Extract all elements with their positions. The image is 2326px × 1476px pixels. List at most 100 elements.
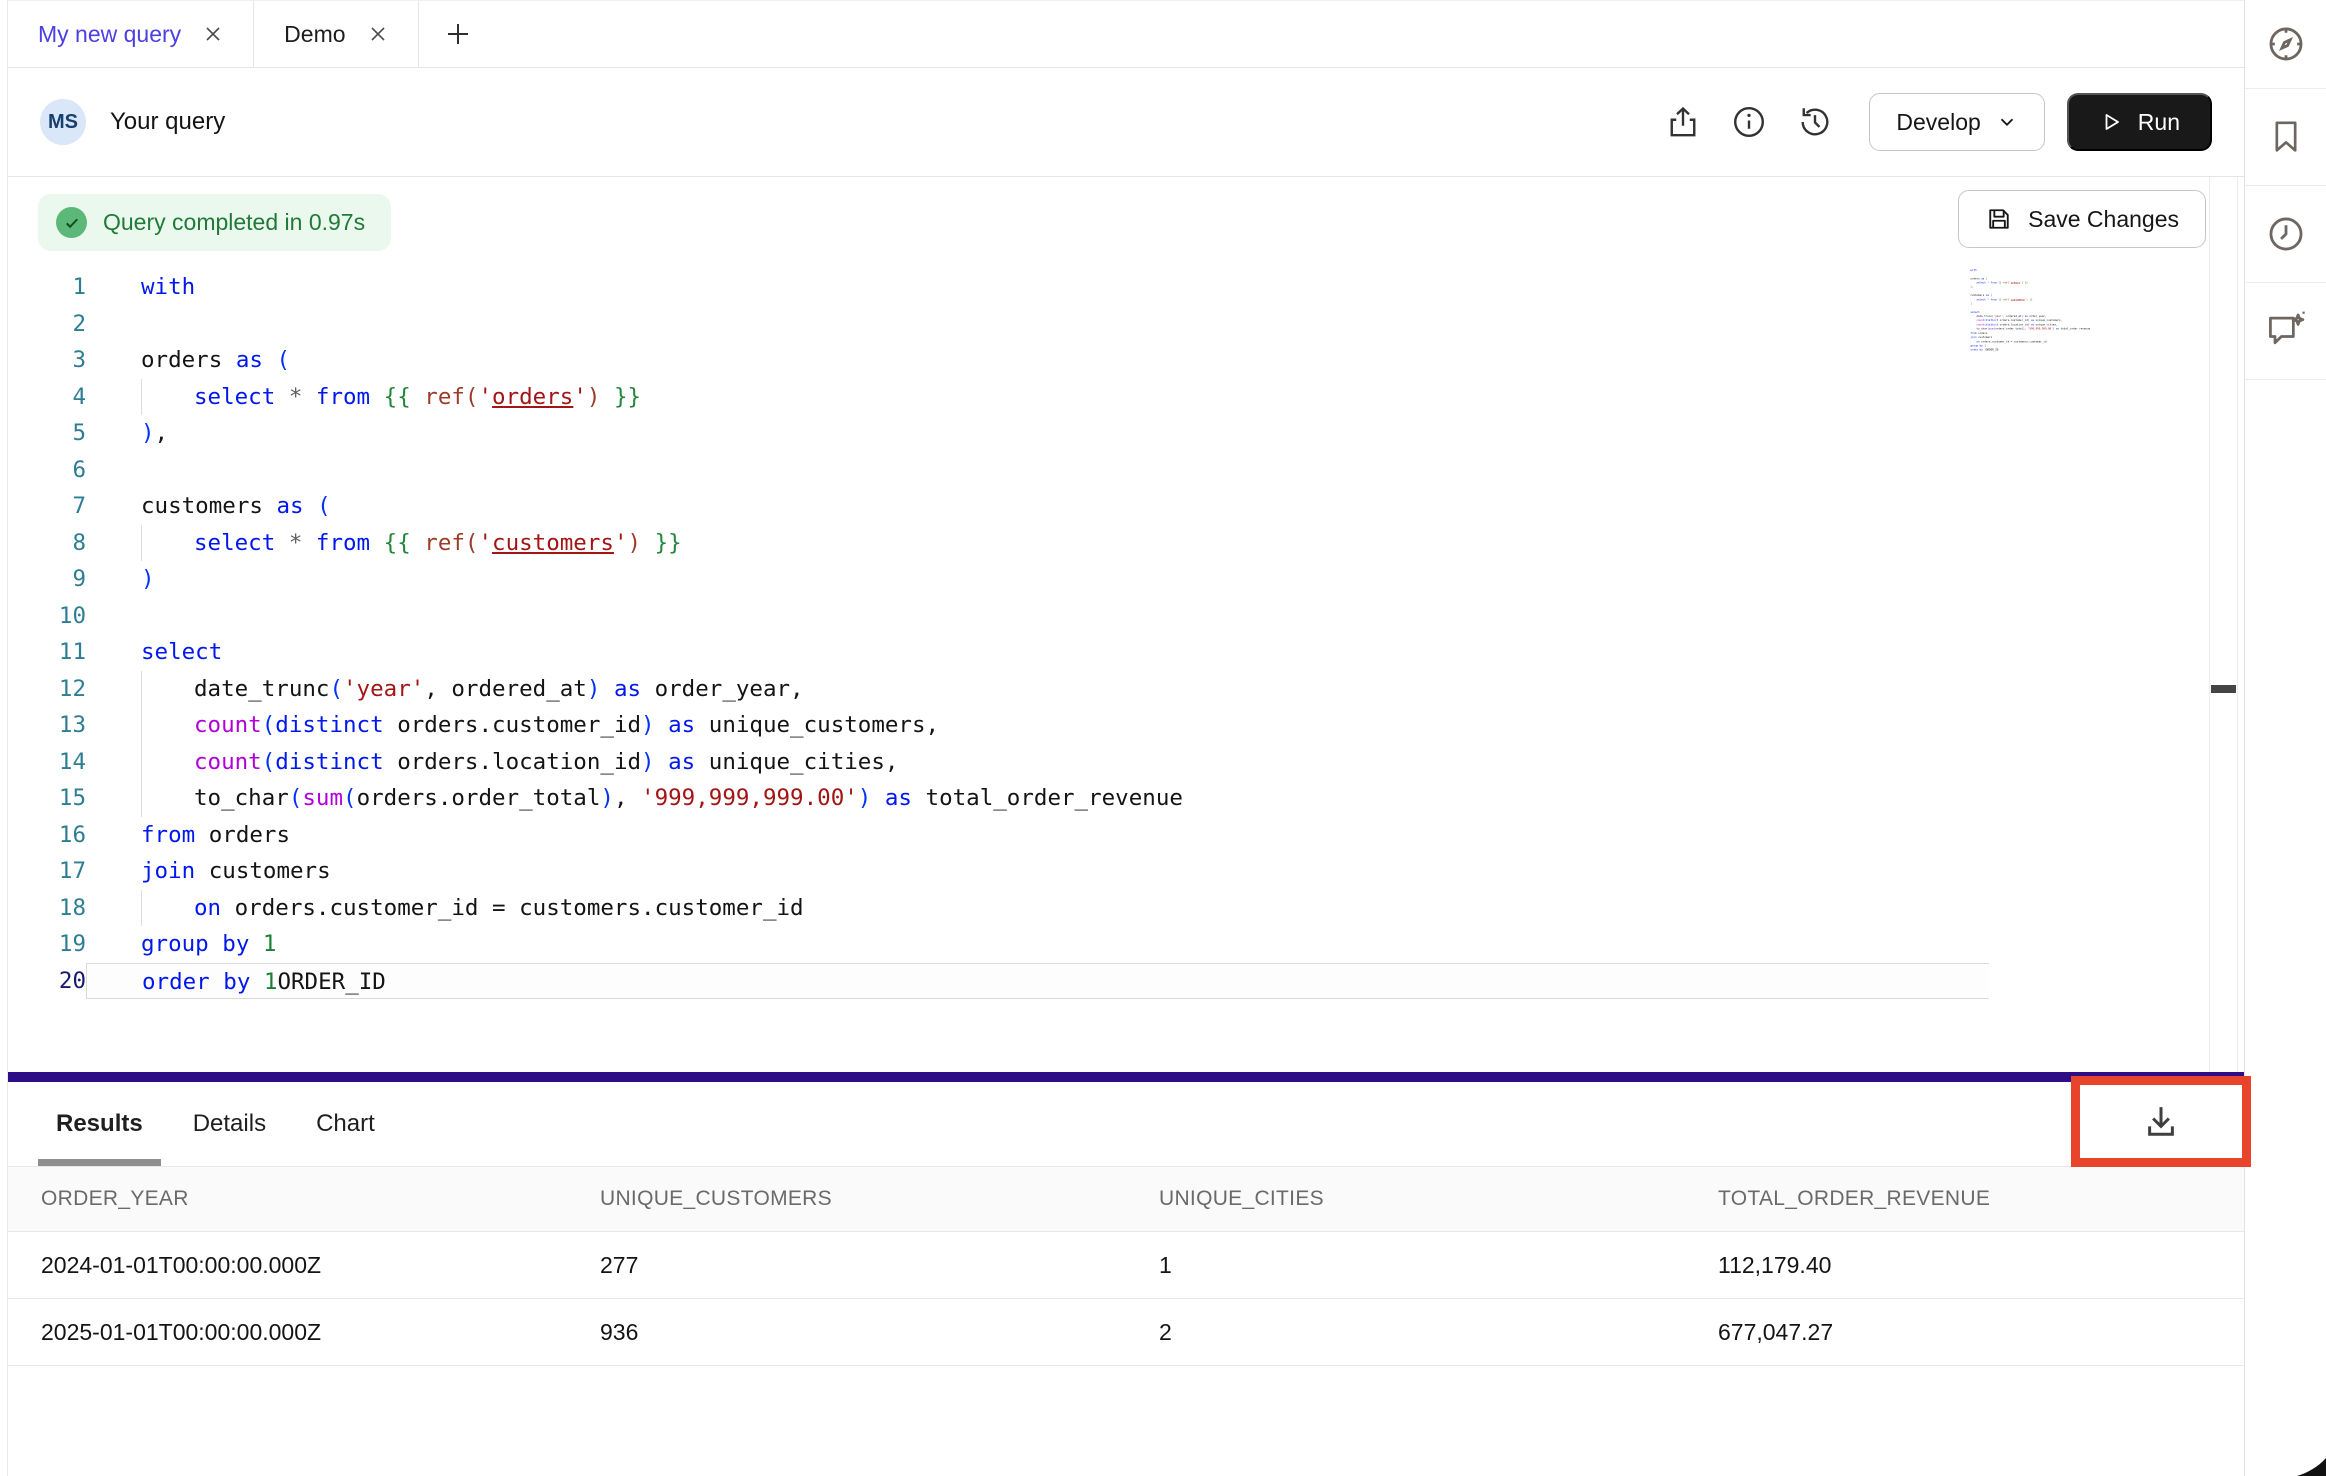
mouse-cursor [2296, 1458, 2326, 1476]
table-row: 2025-01-01T00:00:00.000Z9362677,047.27 [8, 1299, 2244, 1366]
minimap[interactable]: 1with23orders as (4select * from {{ ref(… [1964, 268, 2134, 378]
code-line-16[interactable]: 16from orders [8, 817, 1989, 854]
line-number: 1 [8, 269, 86, 306]
tab-demo[interactable]: Demo [254, 1, 418, 67]
tab-label: My new query [38, 21, 181, 48]
table-cell: 2 [1126, 1319, 1685, 1346]
results-tabbar: Results Details Chart [8, 1082, 2244, 1166]
share-icon[interactable] [1663, 102, 1703, 142]
page-title: Your query [110, 108, 225, 136]
line-number: 7 [8, 488, 86, 525]
code-line-2[interactable]: 2 [8, 306, 1989, 343]
line-number: 17 [8, 853, 86, 890]
app-window: My new query Demo MS Your query [0, 0, 2326, 1476]
new-tab-button[interactable] [419, 1, 497, 67]
line-number: 13 [8, 707, 86, 744]
check-circle-icon [56, 207, 87, 238]
table-body: 2024-01-01T00:00:00.000Z2771112,179.4020… [8, 1232, 2244, 1366]
bookmark-icon [2266, 117, 2306, 157]
code-line-11[interactable]: 11select [8, 634, 1989, 671]
download-icon [2140, 1101, 2182, 1143]
line-number: 12 [8, 671, 86, 708]
line-number: 19 [8, 926, 86, 963]
develop-button[interactable]: Develop [1869, 93, 2044, 151]
code-line-15[interactable]: 15to_char(sum(orders.order_total), '999,… [8, 780, 1989, 817]
code-line-20[interactable]: 20order by 1ORDER_ID [1964, 348, 2134, 352]
code-line-1[interactable]: 1with [8, 269, 1989, 306]
run-button[interactable]: Run [2067, 93, 2212, 151]
line-number: 6 [8, 452, 86, 489]
code-line-8[interactable]: 8select * from {{ ref('customers') }} [8, 525, 1989, 562]
tab-chart[interactable]: Chart [316, 1082, 375, 1166]
right-sidebar [2244, 0, 2326, 1476]
save-changes-button[interactable]: Save Changes [1958, 190, 2206, 248]
save-changes-label: Save Changes [2028, 206, 2179, 233]
code-line-17[interactable]: 17join customers [8, 853, 1989, 890]
play-icon [2099, 110, 2123, 134]
line-number: 5 [8, 415, 86, 452]
query-header: MS Your query Develop R [8, 68, 2244, 177]
window-left-edge [0, 0, 8, 1476]
status-text: Query completed in 0.97s [103, 209, 365, 236]
code-line-14[interactable]: 14count(distinct orders.location_id) as … [8, 744, 1989, 781]
info-icon[interactable] [1729, 102, 1769, 142]
history-clock-icon [2265, 213, 2307, 255]
table-cell: 2024-01-01T00:00:00.000Z [8, 1252, 567, 1279]
code-line-5[interactable]: 5), [8, 415, 1989, 452]
run-button-label: Run [2138, 109, 2180, 136]
line-number: 10 [8, 598, 86, 635]
code-line-18[interactable]: 18on orders.customer_id = customers.cust… [8, 890, 1989, 927]
close-icon[interactable] [368, 24, 388, 44]
table-cell: 2025-01-01T00:00:00.000Z [8, 1319, 567, 1346]
table-cell: 112,179.40 [1685, 1252, 2244, 1279]
compass-icon [2265, 23, 2307, 65]
history-icon[interactable] [1795, 102, 1835, 142]
save-icon [1985, 205, 2013, 233]
line-number: 2 [8, 306, 86, 343]
column-header: UNIQUE_CITIES [1126, 1187, 1685, 1211]
ai-chat-icon [2264, 309, 2308, 353]
code-line-19[interactable]: 19group by 1 [8, 926, 1989, 963]
line-number: 4 [8, 379, 86, 416]
column-header: UNIQUE_CUSTOMERS [567, 1187, 1126, 1211]
code-line-7[interactable]: 7customers as ( [8, 488, 1989, 525]
editor-results-divider[interactable] [8, 1072, 2244, 1082]
table-header-row: ORDER_YEARUNIQUE_CUSTOMERSUNIQUE_CITIEST… [8, 1166, 2244, 1232]
scrollbar-thumb[interactable] [2211, 685, 2236, 693]
sidebar-item-explore[interactable] [2245, 0, 2326, 89]
tab-my-new-query[interactable]: My new query [8, 1, 254, 67]
code-line-12[interactable]: 12date_trunc('year', ordered_at) as orde… [8, 671, 1989, 708]
code-line-6[interactable]: 6 [8, 452, 1989, 489]
line-number: 8 [8, 525, 86, 562]
main-column: My new query Demo MS Your query [8, 0, 2244, 1476]
sidebar-item-history[interactable] [2245, 186, 2326, 283]
develop-button-label: Develop [1896, 109, 1980, 136]
sidebar-item-bookmarks[interactable] [2245, 89, 2326, 186]
sql-editor[interactable]: Query completed in 0.97s Save Changes 1w… [8, 177, 2244, 1072]
avatar: MS [40, 99, 86, 145]
tab-details[interactable]: Details [193, 1082, 266, 1166]
editor-scrollbar[interactable] [2209, 177, 2238, 1072]
results-panel: Results Details Chart ORDER_YEARUNIQUE_C… [8, 1082, 2244, 1476]
close-icon[interactable] [203, 24, 223, 44]
sidebar-item-ai-assistant[interactable] [2245, 283, 2326, 380]
code-line-3[interactable]: 3orders as ( [8, 342, 1989, 379]
table-cell: 936 [567, 1319, 1126, 1346]
table-row: 2024-01-01T00:00:00.000Z2771112,179.40 [8, 1232, 2244, 1299]
code-line-9[interactable]: 9) [8, 561, 1989, 598]
status-badge: Query completed in 0.97s [38, 194, 391, 251]
table-cell: 1 [1126, 1252, 1685, 1279]
download-button[interactable] [2140, 1101, 2182, 1143]
tab-label: Demo [284, 21, 345, 48]
line-number: 18 [8, 890, 86, 927]
code-line-13[interactable]: 13count(distinct orders.customer_id) as … [8, 707, 1989, 744]
minimap-content: 1with23orders as (4select * from {{ ref(… [1964, 268, 2134, 352]
code-line-4[interactable]: 4select * from {{ ref('orders') }} [8, 379, 1989, 416]
table-cell: 277 [567, 1252, 1126, 1279]
code-line-10[interactable]: 10 [8, 598, 1989, 635]
line-number: 11 [8, 634, 86, 671]
tab-results[interactable]: Results [56, 1082, 143, 1166]
code-area[interactable]: 1with23orders as (4select * from {{ ref(… [8, 269, 1989, 999]
code-line-20[interactable]: 20order by 1ORDER_ID [8, 963, 1989, 1000]
table-cell: 677,047.27 [1685, 1319, 2244, 1346]
